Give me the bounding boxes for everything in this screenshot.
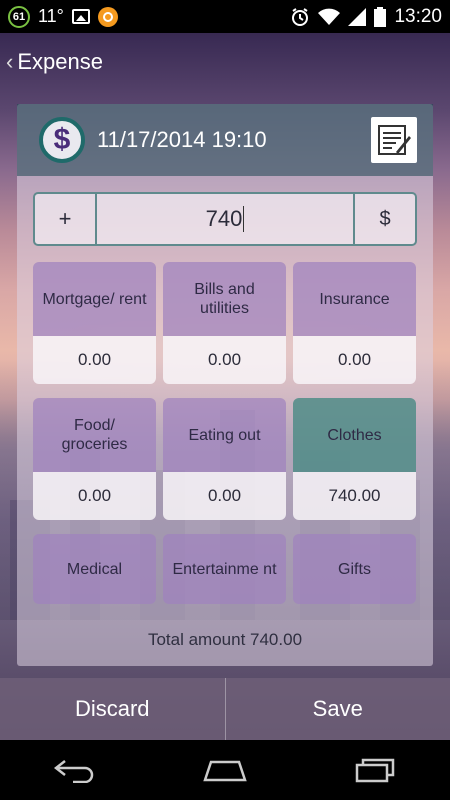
save-button[interactable]: Save bbox=[226, 678, 450, 740]
battery-level-icon: 61 bbox=[8, 5, 30, 28]
category-value: 0.00 bbox=[163, 472, 286, 520]
card-header: $ 11/17/2014 19:10 bbox=[17, 104, 433, 176]
recents-icon bbox=[355, 758, 395, 783]
category-label: Food/ groceries bbox=[33, 398, 156, 472]
app-notification-icon bbox=[97, 6, 118, 27]
category-value: 0.00 bbox=[293, 336, 416, 384]
category-label: Mortgage/ rent bbox=[33, 262, 156, 336]
category-value: 0.00 bbox=[33, 336, 156, 384]
category-label: Clothes bbox=[293, 398, 416, 472]
signal-icon bbox=[348, 7, 367, 26]
currency-symbol: $ bbox=[53, 123, 71, 156]
discard-button[interactable]: Discard bbox=[0, 678, 225, 740]
amount-value: 740 bbox=[205, 206, 243, 231]
category-tile-gifts[interactable]: Gifts bbox=[293, 534, 416, 604]
action-bar: ‹ Expense bbox=[0, 33, 450, 91]
clock: 13:20 bbox=[394, 5, 442, 27]
nav-back-button[interactable] bbox=[45, 750, 105, 790]
currency-button[interactable]: $ bbox=[353, 194, 415, 244]
expense-card: $ 11/17/2014 19:10 + 740 $ Mortgage/ ren… bbox=[17, 104, 433, 666]
chevron-left-icon[interactable]: ‹ bbox=[6, 49, 13, 75]
note-edit-icon bbox=[378, 125, 411, 155]
alarm-icon bbox=[292, 7, 309, 26]
dollar-icon: $ bbox=[39, 117, 85, 163]
category-tile-insurance[interactable]: Insurance 0.00 bbox=[293, 262, 416, 384]
status-bar: 61 11° 13:20 bbox=[0, 0, 450, 33]
sign-toggle-button[interactable]: + bbox=[35, 194, 97, 244]
category-tile-clothes[interactable]: Clothes 740.00 bbox=[293, 398, 416, 520]
category-label: Insurance bbox=[293, 262, 416, 336]
note-button[interactable] bbox=[371, 117, 417, 163]
battery-level-text: 61 bbox=[12, 10, 26, 23]
temperature: 11° bbox=[38, 6, 64, 26]
home-icon bbox=[203, 760, 247, 782]
wifi-icon bbox=[318, 8, 341, 25]
category-tile-mortgage[interactable]: Mortgage/ rent 0.00 bbox=[33, 262, 156, 384]
image-notification-icon bbox=[71, 9, 90, 24]
category-label: Gifts bbox=[293, 534, 416, 604]
page-title[interactable]: Expense bbox=[17, 49, 103, 75]
bottom-action-bar: Discard Save bbox=[0, 678, 450, 740]
amount-input[interactable]: 740 bbox=[97, 194, 353, 244]
text-cursor bbox=[243, 206, 245, 232]
total-amount: Total amount 740.00 bbox=[147, 630, 303, 649]
battery-icon bbox=[374, 6, 387, 27]
category-label: Medical bbox=[33, 534, 156, 604]
category-tile-bills[interactable]: Bills and utilities 0.00 bbox=[163, 262, 286, 384]
category-label: Eating out bbox=[163, 398, 286, 472]
category-tile-entertainment[interactable]: Entertainme nt bbox=[163, 534, 286, 604]
date-time[interactable]: 11/17/2014 19:10 bbox=[97, 127, 267, 153]
category-label: Bills and utilities bbox=[163, 262, 286, 336]
category-tile-food[interactable]: Food/ groceries 0.00 bbox=[33, 398, 156, 520]
category-tile-medical[interactable]: Medical bbox=[33, 534, 156, 604]
navigation-bar bbox=[0, 740, 450, 800]
back-arrow-icon bbox=[53, 760, 94, 783]
category-tile-eating-out[interactable]: Eating out 0.00 bbox=[163, 398, 286, 520]
category-value: 0.00 bbox=[163, 336, 286, 384]
nav-recents-button[interactable] bbox=[345, 750, 405, 790]
category-value: 740.00 bbox=[293, 472, 416, 520]
amount-input-row: + 740 $ bbox=[33, 192, 417, 246]
category-label: Entertainme nt bbox=[163, 534, 286, 604]
category-value: 0.00 bbox=[33, 472, 156, 520]
nav-home-button[interactable] bbox=[195, 750, 255, 790]
